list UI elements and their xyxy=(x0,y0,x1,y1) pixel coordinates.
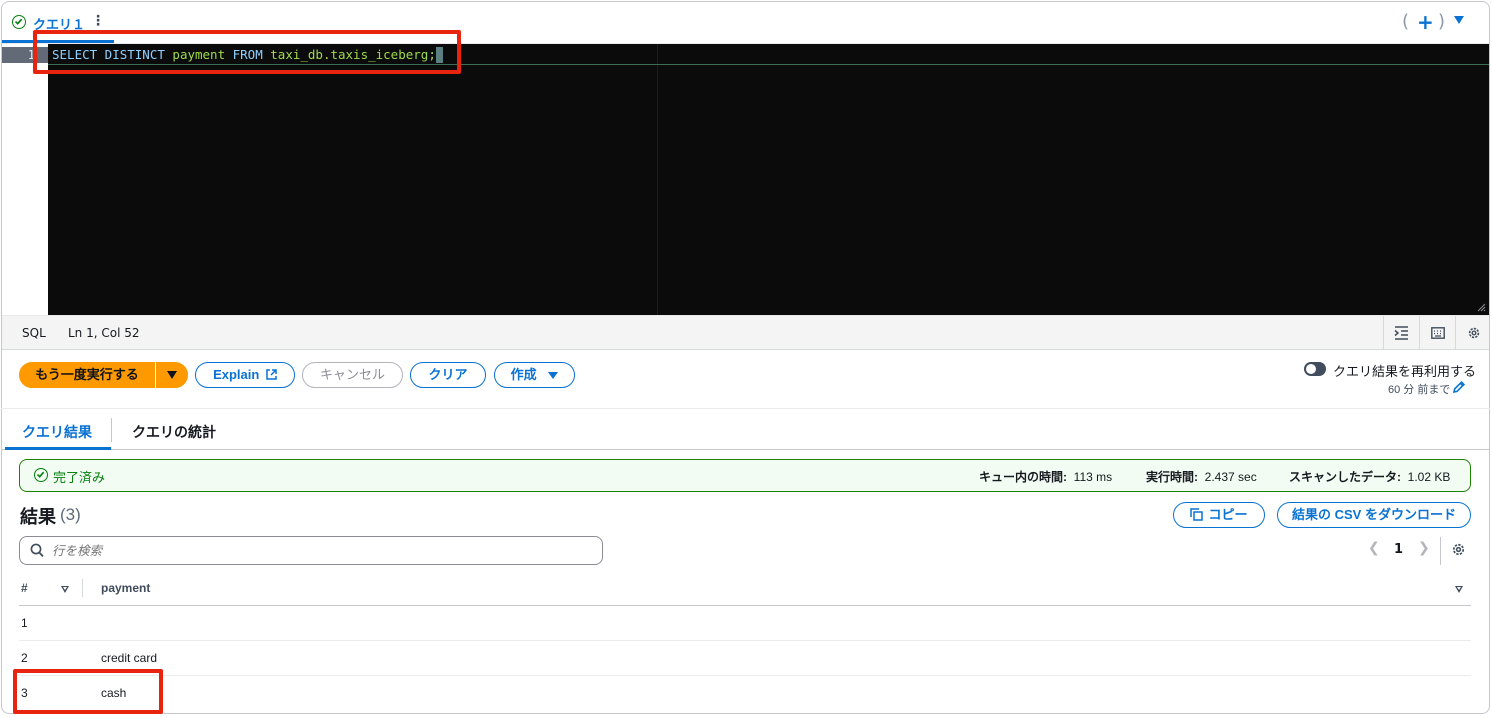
tab-query-stats[interactable]: クエリの統計 xyxy=(132,422,216,442)
highlight-box-row xyxy=(13,669,163,714)
language-indicator: SQL xyxy=(22,326,46,340)
caret-down-icon xyxy=(548,372,559,380)
exec-time: 実行時間: 2.437 sec xyxy=(1146,468,1257,485)
sort-icon[interactable] xyxy=(1455,586,1463,593)
editor-gutter: 1 xyxy=(2,44,48,315)
tab-dropdown-caret-icon[interactable] xyxy=(1454,16,1464,24)
sql-editor[interactable]: 1 SELECT DISTINCT payment FROM taxi_db.t… xyxy=(2,44,1489,315)
sort-icon[interactable] xyxy=(61,586,69,593)
print-margin xyxy=(657,44,658,315)
table-row: 1 xyxy=(19,606,1471,641)
queue-time: キュー内の時間: 113 ms xyxy=(979,468,1112,485)
highlight-box-query xyxy=(33,30,461,74)
copy-icon xyxy=(1190,508,1204,521)
reuse-age-text: 60 分 前まで xyxy=(1388,384,1451,396)
next-page-icon[interactable]: ❯ xyxy=(1418,540,1430,556)
keyboard-shortcuts-button[interactable] xyxy=(1419,316,1455,350)
active-result-tab-indicator xyxy=(5,447,111,450)
code-area[interactable]: SELECT DISTINCT payment FROM taxi_db.tax… xyxy=(48,44,1489,315)
result-tabs: クエリ結果 クエリの統計 xyxy=(1,408,1490,450)
add-tab-button[interactable]: ( + ) xyxy=(1400,10,1446,36)
pencil-icon[interactable] xyxy=(1452,380,1466,394)
row-index: 1 xyxy=(21,616,28,630)
format-button[interactable] xyxy=(1383,316,1419,350)
cancel-button[interactable]: キャンセル xyxy=(302,362,403,388)
results-title: 結果 xyxy=(20,507,56,527)
column-header-payment[interactable]: payment xyxy=(101,581,150,595)
cursor-position: Ln 1, Col 52 xyxy=(68,326,140,340)
gear-icon[interactable] xyxy=(1451,542,1466,557)
current-page[interactable]: 1 xyxy=(1394,542,1403,557)
search-input[interactable] xyxy=(52,541,592,560)
copy-button[interactable]: コピー xyxy=(1173,502,1265,528)
editor-settings-button[interactable] xyxy=(1455,316,1489,350)
search-icon xyxy=(30,543,44,558)
scanned-data: スキャンしたデータ: 1.02 KB xyxy=(1289,468,1450,485)
download-csv-button[interactable]: 結果の CSV をダウンロード xyxy=(1277,502,1471,528)
table-row: 3 cash xyxy=(19,676,1471,711)
scanned-data-value: 1.02 KB xyxy=(1407,470,1451,484)
column-header-index: # xyxy=(21,581,28,595)
tab-query-results[interactable]: クエリ結果 xyxy=(22,422,92,442)
indent-icon xyxy=(1394,326,1408,340)
column-divider[interactable] xyxy=(82,579,83,597)
table-row: 2 credit card xyxy=(19,641,1471,676)
pager-divider xyxy=(1440,537,1441,565)
queue-time-value: 113 ms xyxy=(1073,470,1113,484)
exec-time-label: 実行時間: xyxy=(1146,470,1198,484)
external-link-icon xyxy=(266,369,277,380)
results-count: (3) xyxy=(60,505,81,524)
row-payment: credit card xyxy=(101,651,158,665)
status-text: 完了済み xyxy=(53,470,106,485)
plus-icon: + xyxy=(1417,10,1434,34)
check-circle-icon xyxy=(12,15,26,29)
reuse-results-label: クエリ結果を再利用する xyxy=(1333,364,1477,379)
keyboard-icon xyxy=(1431,327,1445,339)
prev-page-icon[interactable]: ❮ xyxy=(1368,540,1380,556)
copy-label: コピー xyxy=(1208,507,1248,522)
toggle-knob xyxy=(1306,364,1316,374)
caret-down-icon xyxy=(167,371,177,379)
queue-time-label: キュー内の時間: xyxy=(979,470,1067,484)
create-button[interactable]: 作成 xyxy=(494,362,575,388)
paren-left: ( xyxy=(1402,11,1410,32)
gear-icon xyxy=(1468,327,1480,339)
check-circle-icon xyxy=(34,468,48,482)
editor-status-bar: SQL Ln 1, Col 52 xyxy=(2,315,1489,350)
completion-banner: 完了済み キュー内の時間: 113 ms 実行時間: 2.437 sec スキャ… xyxy=(19,459,1471,492)
explain-button[interactable]: Explain xyxy=(195,362,295,388)
scanned-data-label: スキャンしたデータ: xyxy=(1289,470,1401,484)
create-label: 作成 xyxy=(510,367,537,382)
run-again-button[interactable]: もう一度実行する xyxy=(19,362,155,388)
row-search[interactable] xyxy=(19,536,603,565)
run-options-dropdown[interactable] xyxy=(156,362,188,388)
toggle-switch[interactable] xyxy=(1304,362,1326,376)
paren-right: ) xyxy=(1438,11,1446,32)
exec-time-value: 2.437 sec xyxy=(1204,470,1257,484)
clear-button[interactable]: クリア xyxy=(410,362,486,388)
tab-divider xyxy=(111,418,112,442)
row-index: 2 xyxy=(21,651,28,665)
kebab-icon[interactable]: ⋮ xyxy=(91,13,105,29)
explain-label: Explain xyxy=(213,367,260,382)
resize-handle-icon[interactable] xyxy=(1477,303,1486,312)
